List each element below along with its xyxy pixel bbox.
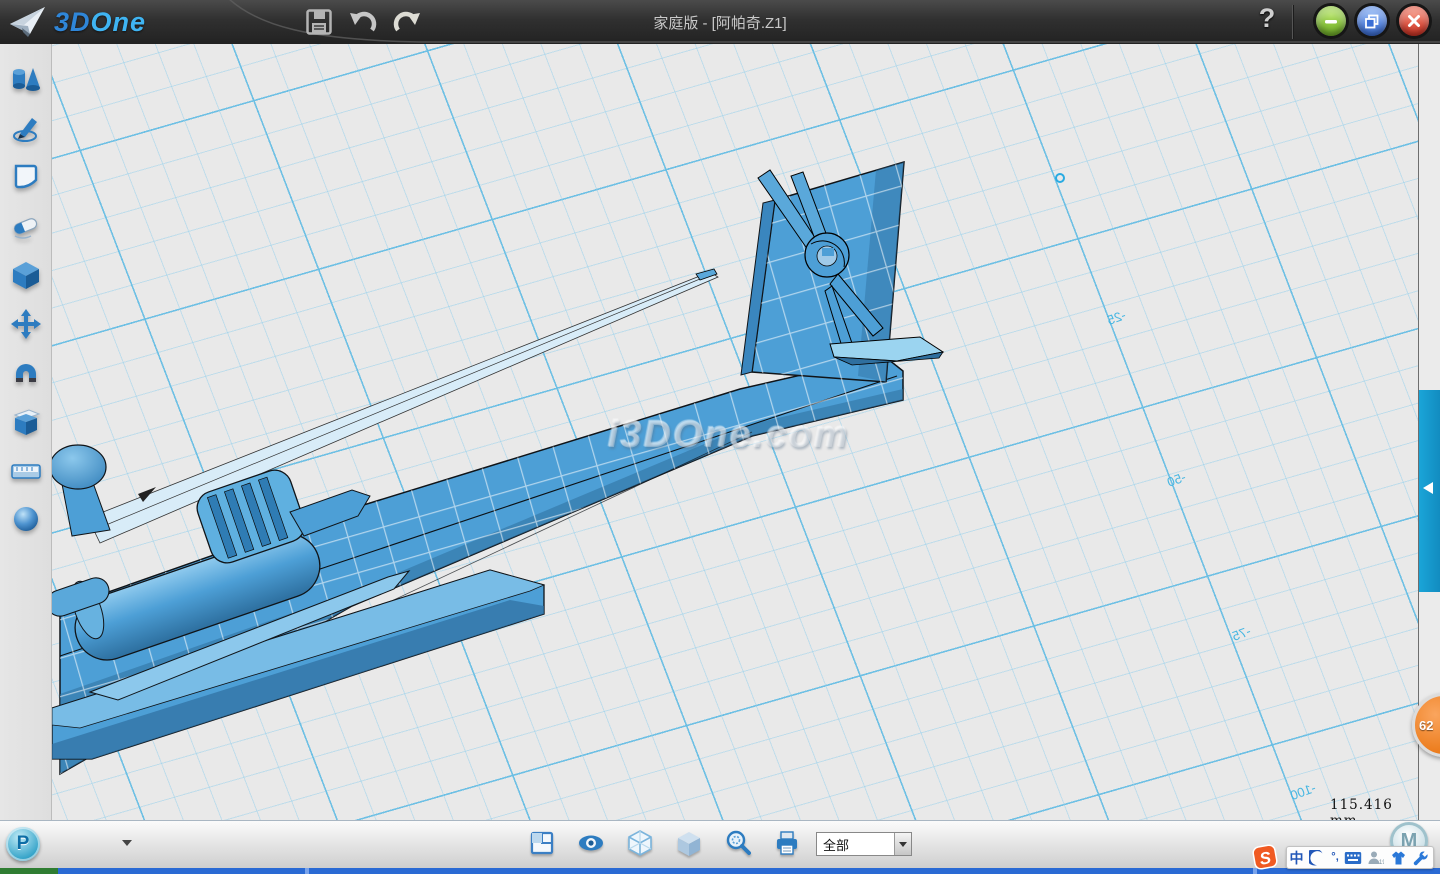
restore-button[interactable]: [1357, 6, 1387, 36]
dimension-readout: 115.416 mm: [1330, 797, 1418, 820]
ime-logo-icon[interactable]: S: [1250, 843, 1280, 871]
punctuation-toggle[interactable]: °,: [1331, 852, 1338, 863]
ime-language-toggle[interactable]: 中: [1289, 851, 1303, 865]
minimize-button[interactable]: [1316, 6, 1346, 36]
rotor-mast-knob: [52, 445, 110, 536]
left-toolbar: [0, 44, 52, 820]
origin-marker: [1055, 173, 1065, 183]
primitive-solids-icon[interactable]: [9, 62, 43, 96]
feature-shape-icon[interactable]: [9, 258, 43, 292]
taskbar-segment-green: [0, 868, 58, 874]
taskbar-edge-strip: [0, 868, 1440, 874]
skin-user-icon[interactable]: 19: [1367, 849, 1385, 867]
visibility-eye-icon[interactable]: [576, 828, 605, 857]
moon-icon[interactable]: [1308, 849, 1326, 867]
wireframe-cube-icon[interactable]: [625, 828, 654, 857]
taskbar-divider-1: [305, 868, 309, 874]
wardrobe-shirt-icon[interactable]: [1390, 849, 1408, 867]
title-bar: 3DOne 家庭版: [0, 0, 1440, 44]
ime-toolbar: 中 °, 19: [1286, 846, 1434, 869]
display-filter-value: 全部: [817, 835, 894, 854]
sketch-surface-icon[interactable]: [9, 160, 43, 194]
help-button[interactable]: ?: [1252, 3, 1282, 39]
watermark: i3DOne.com: [608, 414, 850, 457]
zoom-search-icon[interactable]: [723, 828, 752, 857]
sketch-draw-icon[interactable]: [9, 111, 43, 145]
measure-ruler-icon[interactable]: [9, 454, 43, 488]
close-button[interactable]: [1399, 6, 1429, 36]
view-toolbar: [527, 828, 801, 857]
right-panel-collapse-tab[interactable]: [1419, 390, 1440, 592]
viewport-icon[interactable]: [527, 828, 556, 857]
chevron-left-icon: [1423, 482, 1433, 494]
viewport-canvas[interactable]: i3DOne.com -25 -50 -75 -100 115.416 mm: [52, 44, 1418, 820]
shaded-cube-icon[interactable]: [674, 828, 703, 857]
window-title: 家庭版 - [阿帕奇.Z1]: [0, 12, 1440, 33]
move-transform-icon[interactable]: [9, 307, 43, 341]
render-sphere-icon[interactable]: [9, 503, 43, 537]
dropdown-arrow-button[interactable]: [894, 833, 911, 855]
eraser-trim-icon[interactable]: [9, 209, 43, 243]
keyboard-icon[interactable]: [1344, 849, 1362, 867]
wrench-settings-icon[interactable]: [1412, 849, 1430, 867]
display-filter-dropdown[interactable]: 全部: [816, 832, 912, 856]
profile-badge[interactable]: P: [6, 827, 40, 861]
magnet-constraint-icon[interactable]: [9, 356, 43, 390]
titlebar-separator: [1292, 5, 1293, 39]
chevron-down-icon: [899, 842, 907, 847]
print-icon[interactable]: [772, 828, 801, 857]
svg-text:19: 19: [1379, 860, 1384, 866]
combine-box-icon[interactable]: [9, 405, 43, 439]
statusbar-dropdown-caret[interactable]: [122, 840, 132, 846]
